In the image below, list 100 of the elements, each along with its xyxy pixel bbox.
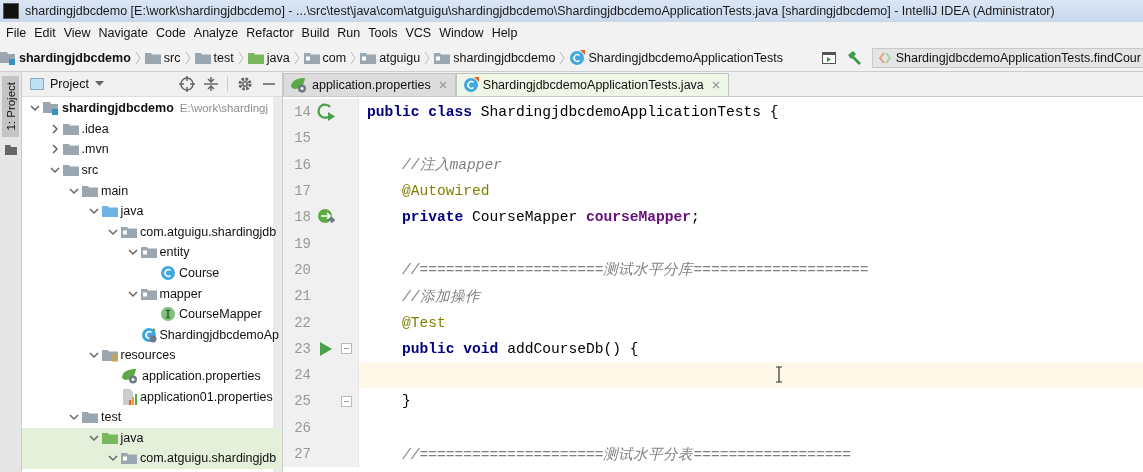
module-icon <box>43 101 59 116</box>
tree-item-label[interactable]: application.properties <box>142 369 261 383</box>
tree-item-label[interactable]: Course <box>179 266 220 281</box>
package-icon <box>140 245 157 260</box>
interface-icon <box>160 306 176 323</box>
breadcrumb-item[interactable]: ShardingjdbcdemoApplicationTests <box>569 49 783 66</box>
run-class-icon <box>316 102 336 123</box>
collapse-all-icon[interactable] <box>204 76 218 92</box>
line-number: 21 <box>293 288 311 305</box>
menu-item[interactable]: Edit <box>30 26 60 40</box>
menu-item[interactable]: File <box>2 26 31 40</box>
text-cursor-icon <box>775 366 783 383</box>
editor-tab[interactable]: application.properties <box>283 73 456 96</box>
code-line: @Autowired <box>401 183 490 200</box>
line-number: 25 <box>293 393 311 410</box>
project-view-dropdown[interactable]: Project <box>30 77 104 91</box>
tree-item-label[interactable]: main <box>101 183 129 198</box>
line-number: 23 <box>293 340 311 357</box>
chevron-icon <box>350 50 357 65</box>
folder-icon <box>62 142 79 157</box>
line-number: 15 <box>293 130 311 147</box>
menu-item[interactable]: Refactor <box>242 26 298 40</box>
test-icon <box>878 51 891 64</box>
menu-item[interactable]: Tools <box>364 26 402 40</box>
line-number: 22 <box>293 314 311 331</box>
menu-item[interactable]: Analyze <box>189 26 243 40</box>
chevron-icon <box>237 50 244 65</box>
settings-icon[interactable] <box>237 76 253 92</box>
code-line: @Test <box>401 314 446 331</box>
breadcrumb-item[interactable]: shardingjdbcdemo <box>0 50 131 65</box>
folder-icon <box>101 430 118 445</box>
package-icon <box>121 451 137 466</box>
folder-icon <box>4 144 17 155</box>
menu-item[interactable]: Run <box>333 26 365 40</box>
menu-item[interactable]: Window <box>435 26 488 40</box>
chevron-icon <box>184 50 191 65</box>
module-path: E:\work\shardingj <box>179 102 269 115</box>
tree-item-label[interactable]: .idea <box>81 121 109 136</box>
tree-item-label[interactable]: ShardingjdbcdemoAp <box>159 327 280 342</box>
menu-item[interactable]: Code <box>151 26 190 40</box>
tree-item-label[interactable]: com.atguigu.shardingjdb <box>140 224 277 239</box>
breadcrumb-item[interactable]: atguigu <box>360 50 421 65</box>
project-tool-tab[interactable]: 1: Project <box>2 76 19 137</box>
tree-item-label[interactable]: resources <box>120 348 176 363</box>
run-configuration-dropdown[interactable]: ShardingjdbcdemoApplicationTests.findCour <box>871 47 1143 68</box>
tree-item-label[interactable]: test <box>101 410 122 425</box>
line-number: 20 <box>293 261 311 278</box>
folder-icon <box>62 121 79 136</box>
tree-row-highlight[interactable]: java <box>22 427 282 449</box>
menu-item[interactable]: View <box>59 26 95 40</box>
module-icon <box>0 50 16 65</box>
spring-properties-icon <box>290 77 308 93</box>
code-line: public class ShardingjdbcdemoApplicationTests { <box>367 104 779 121</box>
fold-marker-icon[interactable] <box>341 395 352 407</box>
fold-marker-icon[interactable] <box>341 343 352 355</box>
tree-item-label[interactable]: mapper <box>159 286 202 301</box>
resources-folder-icon <box>101 348 118 363</box>
tree-item-label[interactable]: .mvn <box>81 142 109 157</box>
package-icon <box>434 50 451 65</box>
tree-item-label[interactable]: java <box>120 204 144 219</box>
breadcrumb-item[interactable]: com <box>303 50 347 65</box>
menu-item[interactable]: Build <box>297 26 334 40</box>
run-panel-icon[interactable] <box>821 51 836 64</box>
folder-icon <box>144 50 161 65</box>
tree-item-label[interactable]: CourseMapper <box>179 307 262 322</box>
hammer-icon[interactable] <box>845 49 862 66</box>
run-icon <box>319 340 333 357</box>
tree-item-label[interactable]: application01.properties <box>140 389 273 404</box>
folder-icon <box>62 163 79 178</box>
spring-properties-icon <box>121 368 139 384</box>
menu-item[interactable]: VCS <box>401 26 436 40</box>
menu-item[interactable]: Navigate <box>94 26 152 40</box>
tree-item-label[interactable]: java <box>120 430 144 445</box>
locate-icon[interactable] <box>179 76 195 92</box>
breadcrumb-item[interactable]: shardingjdbcdemo <box>434 50 556 65</box>
line-number: 16 <box>293 156 311 173</box>
properties-file-icon <box>121 388 137 405</box>
folder-icon <box>247 50 264 65</box>
editor-tab[interactable]: ShardingjdbcdemoApplicationTests.java <box>455 73 729 96</box>
folder-icon <box>194 50 211 65</box>
menu-item[interactable]: Help <box>487 26 522 40</box>
breadcrumb-item[interactable]: java <box>247 50 290 65</box>
code-line: } <box>401 393 411 410</box>
test-class-icon <box>569 49 586 66</box>
tree-item-label[interactable]: com.atguigu.shardingjdb <box>140 451 277 466</box>
window-icon <box>30 78 44 90</box>
code-line: //=====================测试水平分库==================== <box>401 262 869 279</box>
breadcrumb-item[interactable]: src <box>144 50 181 65</box>
line-number: 14 <box>293 104 311 121</box>
tree-item-label[interactable]: shardingjdbcdemo <box>62 101 174 116</box>
spring-class-icon <box>140 326 157 343</box>
tree-item-label[interactable]: src <box>81 163 99 178</box>
folder-icon <box>101 204 118 219</box>
breadcrumb-item[interactable]: test <box>194 50 234 65</box>
tree-row-highlight[interactable]: com.atguigu.shardingjdb <box>22 448 282 469</box>
chevron-icon <box>424 50 431 65</box>
line-number: 27 <box>293 446 311 462</box>
package-icon <box>121 224 137 239</box>
caret-icon <box>94 81 104 87</box>
tree-item-label[interactable]: entity <box>159 245 190 260</box>
